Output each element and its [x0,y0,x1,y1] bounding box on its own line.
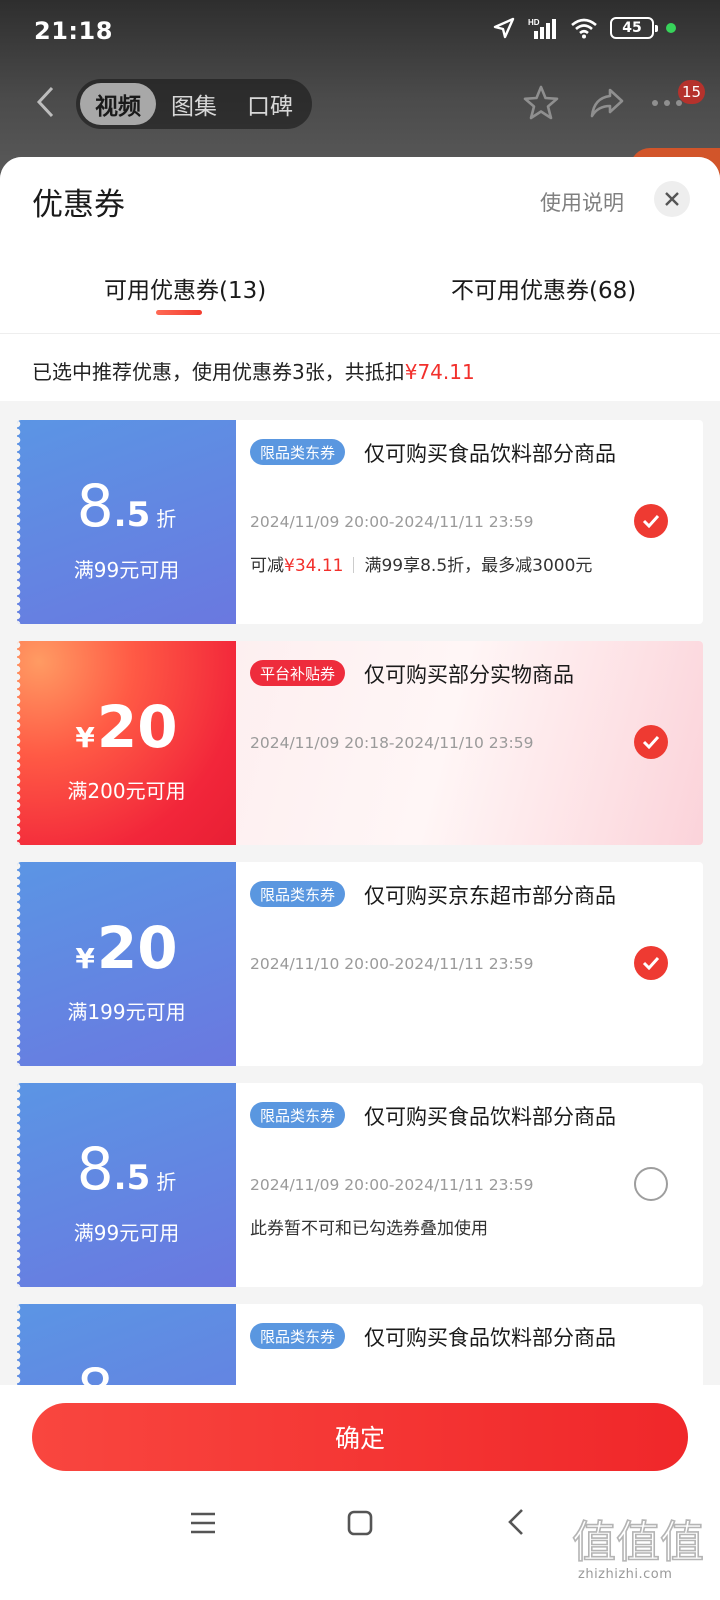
coupon-card[interactable]: 8.5 折 满99元可用 限品类东券 仅可购买食品饮料部分商品 2024/11/0… [17,420,703,624]
summary-text: 已选中推荐优惠，使用优惠券3张，共抵扣 [32,360,405,384]
summary-amount: ¥74.11 [404,360,475,384]
coupon-card[interactable]: ¥20 满199元可用 限品类东券 仅可购买京东超市部分商品 2024/11/1… [17,862,703,1066]
coupon-details: 限品类东券 仅可购买食品饮料部分商品 2024/11/09 20:00-2024… [236,1083,703,1287]
active-tab-indicator [156,310,202,315]
coupon-value: ¥20 [17,914,236,982]
confirm-button[interactable]: 确定 [32,1403,688,1471]
usage-instructions-link[interactable]: 使用说明 [540,187,624,217]
sheet-footer: 确定 值值值 zhizhizhi.com [0,1385,720,1600]
coupon-tag: 限品类东券 [250,439,346,465]
top-nav: 视频 图集 口碑 15 [0,70,720,140]
coupon-value-fraction: .5 [113,1158,151,1198]
coupon-value: 8.5折 [17,1135,236,1203]
checkmark-icon [642,735,660,749]
coupon-sheet: 优惠券 使用说明 可用优惠券(13) 不可用优惠券(68) 已选中推荐优惠，使用… [0,157,720,1600]
coupon-value-main: 20 [96,914,178,982]
coupon-validity: 2024/11/09 20:18-2024/11/10 23:59 [250,734,534,752]
back-arrow-icon[interactable] [30,82,60,122]
home-icon[interactable] [347,1510,373,1536]
coupon-value-panel: 8.5 折 满99元可用 [17,420,236,624]
checkmark-icon [642,514,660,528]
sheet-header: 优惠券 使用说明 可用优惠券(13) 不可用优惠券(68) [0,157,720,333]
coupon-note: 可减¥34.11 满99享8.5折，最多减3000元 [250,551,592,576]
coupon-checkbox[interactable] [634,725,668,759]
coupon-condition: 满200元可用 [67,779,186,803]
checkmark-icon [642,956,660,970]
coupon-tag: 限品类东券 [250,1102,346,1128]
coupon-title: 仅可购买食品饮料部分商品 [364,1105,616,1129]
coupon-condition: 满199元可用 [67,1000,186,1024]
coupon-value-panel: ¥20 满199元可用 [17,862,236,1066]
coupon-card[interactable]: ¥20 满200元可用 平台补贴券 仅可购买部分实物商品 2024/11/09 … [17,641,703,845]
coupon-validity: 2024/11/10 20:00-2024/11/11 23:59 [250,955,534,973]
coupon-condition: 满99元可用 [73,558,180,582]
selection-summary: 已选中推荐优惠，使用优惠券3张，共抵扣¥74.11 [0,333,720,401]
close-icon [665,192,679,206]
coupon-validity: 2024/11/09 20:00-2024/11/11 23:59 [250,1176,534,1194]
notification-badge: 15 [678,80,706,104]
coupon-value-fraction: .5 [113,495,151,535]
coupon-currency: ¥ [75,942,95,975]
status-time: 21:18 [34,17,113,45]
coupon-validity: 2024/11/09 20:00-2024/11/11 23:59 [250,513,534,531]
coupon-tag: 限品类东券 [250,1323,346,1349]
coupon-note-suffix: 满99享8.5折，最多减3000元 [364,556,593,576]
coupon-note-separator [353,557,355,573]
coupon-card[interactable]: 8.5 折 满99元可用 限品类东券 仅可购买食品饮料部分商品 2024/11/0… [17,1083,703,1287]
coupon-tag: 限品类东券 [250,881,346,907]
share-icon[interactable] [588,84,626,122]
star-icon[interactable] [522,84,560,122]
coupon-checkbox[interactable] [634,1167,668,1201]
tab-gallery[interactable]: 图集 [156,83,232,125]
tab-available-coupons[interactable]: 可用优惠券(13) [104,271,266,305]
coupon-value: 8.5折 [17,472,236,540]
coupon-title: 仅可购买食品饮料部分商品 [364,1326,616,1350]
tab-video[interactable]: 视频 [80,83,156,125]
coupon-value-panel: ¥20 满200元可用 [17,641,236,845]
coupon-value-main: 8 [76,472,114,540]
coupon-title: 仅可购买食品饮料部分商品 [364,442,616,466]
coupon-checkbox[interactable] [634,504,668,538]
coupon-currency: ¥ [75,721,95,754]
coupon-value-unit: 折 [156,507,177,531]
coupon-value-main: 20 [96,693,178,761]
coupon-details: 限品类东券 仅可购买食品饮料部分商品 2024/11/09 20:00-2024… [236,420,703,624]
close-button[interactable] [654,181,690,217]
wifi-icon [571,18,597,39]
svg-text:HD: HD [528,18,540,27]
sheet-title: 优惠券 [32,187,125,223]
coupon-note: 此券暂不可和已勾选券叠加使用 [250,1219,488,1239]
coupon-note-prefix: 可减 [250,556,284,576]
coupon-value-main: 8 [76,1135,114,1203]
battery-icon: 45 [610,17,658,39]
watermark-url: zhizhizhi.com [578,1567,673,1582]
location-icon [493,17,515,39]
system-back-icon[interactable] [506,1507,526,1537]
signal-icon: HD [528,18,556,39]
privacy-dot-icon [666,23,676,33]
status-bar: 21:18 HD 45 [0,0,720,64]
tab-reviews[interactable]: 口碑 [232,83,308,125]
coupon-tag: 平台补贴券 [250,660,346,686]
coupon-value: ¥20 [17,693,236,761]
coupon-checkbox[interactable] [634,946,668,980]
tab-unavailable-coupons[interactable]: 不可用优惠券(68) [451,271,636,305]
coupon-note-amount: ¥34.11 [284,556,344,576]
content-tabs: 视频 图集 口碑 [76,79,312,129]
status-icons: HD 45 [492,16,676,40]
coupon-value-panel: 8.5 折 满99元可用 [17,1083,236,1287]
coupon-details: 平台补贴券 仅可购买部分实物商品 2024/11/09 20:18-2024/1… [236,641,703,845]
coupon-title: 仅可购买京东超市部分商品 [364,884,616,908]
recent-apps-icon[interactable] [190,1510,216,1536]
coupon-condition: 满99元可用 [73,1221,180,1245]
coupon-value-unit: 折 [156,1170,177,1194]
watermark-text: 值值值 [572,1517,704,1568]
coupon-details: 限品类东券 仅可购买京东超市部分商品 2024/11/10 20:00-2024… [236,862,703,1066]
coupon-title: 仅可购买部分实物商品 [364,663,574,687]
